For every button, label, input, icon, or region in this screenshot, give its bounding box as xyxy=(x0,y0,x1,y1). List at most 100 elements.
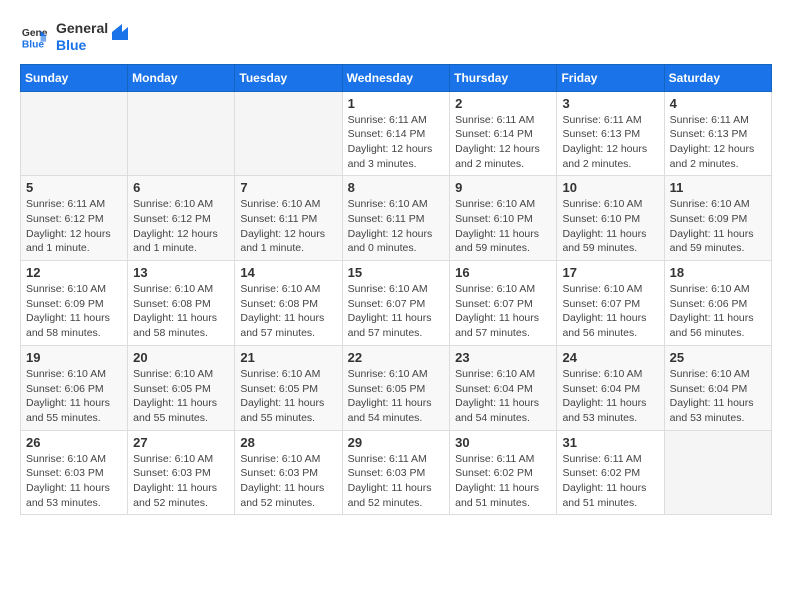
day-number: 9 xyxy=(455,180,551,195)
day-info: Sunrise: 6:10 AM Sunset: 6:03 PM Dayligh… xyxy=(26,452,122,511)
day-number: 1 xyxy=(348,96,445,111)
day-number: 29 xyxy=(348,435,445,450)
day-info: Sunrise: 6:10 AM Sunset: 6:07 PM Dayligh… xyxy=(348,282,445,341)
header-day-thursday: Thursday xyxy=(450,64,557,91)
calendar-cell: 16 Sunrise: 6:10 AM Sunset: 6:07 PM Dayli… xyxy=(450,261,557,346)
logo-arrow-icon xyxy=(110,22,130,42)
day-info: Sunrise: 6:11 AM Sunset: 6:02 PM Dayligh… xyxy=(562,452,658,511)
calendar-cell: 25Sunrise: 6:10 AM Sunset: 6:04 PM Dayli… xyxy=(664,345,771,430)
header-day-tuesday: Tuesday xyxy=(235,64,342,91)
day-info: Sunrise: 6:10 AM Sunset: 6:05 PM Dayligh… xyxy=(348,367,445,426)
week-row-4: 19Sunrise: 6:10 AM Sunset: 6:06 PM Dayli… xyxy=(21,345,772,430)
day-info: Sunrise: 6:11 AM Sunset: 6:13 PM Dayligh… xyxy=(562,113,658,172)
day-info: Sunrise: 6:11 AM Sunset: 6:02 PM Dayligh… xyxy=(455,452,551,511)
day-info: Sunrise: 6:10 AM Sunset: 6:11 PM Dayligh… xyxy=(348,197,445,256)
calendar-cell: 26 Sunrise: 6:10 AM Sunset: 6:03 PM Dayli… xyxy=(21,430,128,515)
header-row: SundayMondayTuesdayWednesdayThursdayFrid… xyxy=(21,64,772,91)
calendar-cell: 31 Sunrise: 6:11 AM Sunset: 6:02 PM Dayli… xyxy=(557,430,664,515)
calendar-cell: 2Sunrise: 6:11 AM Sunset: 6:14 PM Daylig… xyxy=(450,91,557,176)
calendar-cell: 23 Sunrise: 6:10 AM Sunset: 6:04 PM Dayli… xyxy=(450,345,557,430)
day-number: 21 xyxy=(240,350,336,365)
logo-blue: Blue xyxy=(56,37,108,54)
calendar-cell: 15 Sunrise: 6:10 AM Sunset: 6:07 PM Dayli… xyxy=(342,261,450,346)
calendar-cell: 24 Sunrise: 6:10 AM Sunset: 6:04 PM Dayli… xyxy=(557,345,664,430)
day-info: Sunrise: 6:10 AM Sunset: 6:03 PM Dayligh… xyxy=(240,452,336,511)
logo-icon: General Blue xyxy=(20,23,48,51)
calendar-cell: 28 Sunrise: 6:10 AM Sunset: 6:03 PM Dayli… xyxy=(235,430,342,515)
calendar-cell: 5 Sunrise: 6:11 AM Sunset: 6:12 PM Daylig… xyxy=(21,176,128,261)
calendar-cell xyxy=(664,430,771,515)
header-day-friday: Friday xyxy=(557,64,664,91)
day-number: 6 xyxy=(133,180,229,195)
calendar-body: 1 Sunrise: 6:11 AM Sunset: 6:14 PM Daylig… xyxy=(21,91,772,515)
calendar-cell: 22 Sunrise: 6:10 AM Sunset: 6:05 PM Dayli… xyxy=(342,345,450,430)
calendar-header: SundayMondayTuesdayWednesdayThursdayFrid… xyxy=(21,64,772,91)
day-number: 20 xyxy=(133,350,229,365)
calendar-cell: 1 Sunrise: 6:11 AM Sunset: 6:14 PM Daylig… xyxy=(342,91,450,176)
logo: General Blue General Blue xyxy=(20,20,130,54)
header-day-wednesday: Wednesday xyxy=(342,64,450,91)
header-day-saturday: Saturday xyxy=(664,64,771,91)
day-info: Sunrise: 6:11 AM Sunset: 6:12 PM Dayligh… xyxy=(26,197,122,256)
day-number: 5 xyxy=(26,180,122,195)
day-info: Sunrise: 6:10 AM Sunset: 6:04 PM Dayligh… xyxy=(455,367,551,426)
page-header: General Blue General Blue xyxy=(20,20,772,54)
day-info: Sunrise: 6:10 AM Sunset: 6:10 PM Dayligh… xyxy=(455,197,551,256)
calendar-cell: 21Sunrise: 6:10 AM Sunset: 6:05 PM Dayli… xyxy=(235,345,342,430)
day-number: 14 xyxy=(240,265,336,280)
day-info: Sunrise: 6:10 AM Sunset: 6:05 PM Dayligh… xyxy=(133,367,229,426)
header-day-monday: Monday xyxy=(128,64,235,91)
calendar-cell: 30Sunrise: 6:11 AM Sunset: 6:02 PM Dayli… xyxy=(450,430,557,515)
calendar-cell: 4Sunrise: 6:11 AM Sunset: 6:13 PM Daylig… xyxy=(664,91,771,176)
calendar-table: SundayMondayTuesdayWednesdayThursdayFrid… xyxy=(20,64,772,516)
week-row-1: 1 Sunrise: 6:11 AM Sunset: 6:14 PM Daylig… xyxy=(21,91,772,176)
calendar-cell: 3 Sunrise: 6:11 AM Sunset: 6:13 PM Daylig… xyxy=(557,91,664,176)
day-number: 22 xyxy=(348,350,445,365)
calendar-cell xyxy=(235,91,342,176)
day-info: Sunrise: 6:11 AM Sunset: 6:03 PM Dayligh… xyxy=(348,452,445,511)
day-number: 13 xyxy=(133,265,229,280)
week-row-2: 5 Sunrise: 6:11 AM Sunset: 6:12 PM Daylig… xyxy=(21,176,772,261)
day-number: 27 xyxy=(133,435,229,450)
day-number: 10 xyxy=(562,180,658,195)
day-number: 4 xyxy=(670,96,766,111)
calendar-cell: 19Sunrise: 6:10 AM Sunset: 6:06 PM Dayli… xyxy=(21,345,128,430)
day-info: Sunrise: 6:10 AM Sunset: 6:04 PM Dayligh… xyxy=(670,367,766,426)
day-info: Sunrise: 6:10 AM Sunset: 6:03 PM Dayligh… xyxy=(133,452,229,511)
day-number: 23 xyxy=(455,350,551,365)
logo-general: General xyxy=(56,20,108,37)
week-row-3: 12Sunrise: 6:10 AM Sunset: 6:09 PM Dayli… xyxy=(21,261,772,346)
day-info: Sunrise: 6:10 AM Sunset: 6:09 PM Dayligh… xyxy=(670,197,766,256)
day-number: 28 xyxy=(240,435,336,450)
calendar-cell: 18Sunrise: 6:10 AM Sunset: 6:06 PM Dayli… xyxy=(664,261,771,346)
day-info: Sunrise: 6:11 AM Sunset: 6:14 PM Dayligh… xyxy=(348,113,445,172)
calendar-cell: 12Sunrise: 6:10 AM Sunset: 6:09 PM Dayli… xyxy=(21,261,128,346)
day-info: Sunrise: 6:10 AM Sunset: 6:08 PM Dayligh… xyxy=(133,282,229,341)
day-info: Sunrise: 6:10 AM Sunset: 6:07 PM Dayligh… xyxy=(455,282,551,341)
calendar-cell: 20 Sunrise: 6:10 AM Sunset: 6:05 PM Dayli… xyxy=(128,345,235,430)
calendar-cell: 29 Sunrise: 6:11 AM Sunset: 6:03 PM Dayli… xyxy=(342,430,450,515)
calendar-cell: 10Sunrise: 6:10 AM Sunset: 6:10 PM Dayli… xyxy=(557,176,664,261)
day-info: Sunrise: 6:10 AM Sunset: 6:07 PM Dayligh… xyxy=(562,282,658,341)
day-number: 15 xyxy=(348,265,445,280)
calendar-cell: 11Sunrise: 6:10 AM Sunset: 6:09 PM Dayli… xyxy=(664,176,771,261)
day-info: Sunrise: 6:10 AM Sunset: 6:08 PM Dayligh… xyxy=(240,282,336,341)
calendar-cell: 14 Sunrise: 6:10 AM Sunset: 6:08 PM Dayli… xyxy=(235,261,342,346)
calendar-cell: 7Sunrise: 6:10 AM Sunset: 6:11 PM Daylig… xyxy=(235,176,342,261)
calendar-cell: 27 Sunrise: 6:10 AM Sunset: 6:03 PM Dayli… xyxy=(128,430,235,515)
day-number: 18 xyxy=(670,265,766,280)
calendar-cell: 13 Sunrise: 6:10 AM Sunset: 6:08 PM Dayli… xyxy=(128,261,235,346)
day-info: Sunrise: 6:10 AM Sunset: 6:06 PM Dayligh… xyxy=(26,367,122,426)
day-number: 26 xyxy=(26,435,122,450)
day-number: 24 xyxy=(562,350,658,365)
day-number: 2 xyxy=(455,96,551,111)
day-info: Sunrise: 6:10 AM Sunset: 6:04 PM Dayligh… xyxy=(562,367,658,426)
day-number: 16 xyxy=(455,265,551,280)
day-info: Sunrise: 6:10 AM Sunset: 6:09 PM Dayligh… xyxy=(26,282,122,341)
day-number: 31 xyxy=(562,435,658,450)
day-number: 3 xyxy=(562,96,658,111)
week-row-5: 26 Sunrise: 6:10 AM Sunset: 6:03 PM Dayli… xyxy=(21,430,772,515)
header-day-sunday: Sunday xyxy=(21,64,128,91)
calendar-cell: 8Sunrise: 6:10 AM Sunset: 6:11 PM Daylig… xyxy=(342,176,450,261)
calendar-cell: 17Sunrise: 6:10 AM Sunset: 6:07 PM Dayli… xyxy=(557,261,664,346)
